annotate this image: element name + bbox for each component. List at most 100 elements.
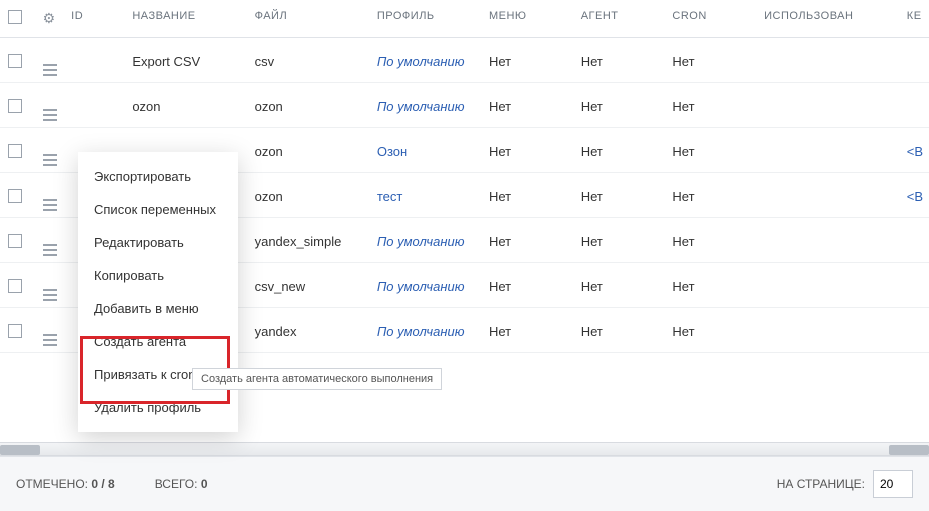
cell-ke: <В [899, 173, 929, 218]
row-menu-icon[interactable] [43, 199, 57, 211]
cell-profile[interactable]: По умолчанию [377, 99, 465, 114]
row-checkbox[interactable] [8, 189, 22, 203]
cell-id [63, 83, 124, 128]
cell-used [756, 308, 899, 353]
row-checkbox[interactable] [8, 324, 22, 338]
header-profile[interactable]: ПРОФИЛЬ [369, 0, 481, 38]
perpage-input[interactable] [873, 470, 913, 498]
cell-used [756, 263, 899, 308]
context-menu-item[interactable]: Добавить в меню [78, 292, 238, 325]
row-menu-icon[interactable] [43, 334, 57, 346]
cell-file: yandex_simple [247, 218, 369, 263]
cell-agent: Нет [573, 38, 665, 83]
cell-cron: Нет [664, 218, 756, 263]
tooltip: Создать агента автоматического выполнени… [192, 368, 442, 390]
cell-ke [899, 218, 929, 263]
scrollbar-thumb-left[interactable] [0, 445, 40, 455]
cell-ke [899, 308, 929, 353]
context-menu-item[interactable]: Экспортировать [78, 160, 238, 193]
row-menu-icon[interactable] [43, 64, 57, 76]
context-menu-item[interactable]: Удалить профиль [78, 391, 238, 424]
cell-used [756, 173, 899, 218]
cell-agent: Нет [573, 308, 665, 353]
context-menu-item[interactable]: Редактировать [78, 226, 238, 259]
context-menu-item[interactable]: Копировать [78, 259, 238, 292]
horizontal-scrollbar[interactable] [0, 442, 929, 456]
row-checkbox[interactable] [8, 279, 22, 293]
cell-profile[interactable]: Озон [377, 144, 407, 159]
cell-cron: Нет [664, 308, 756, 353]
header-used[interactable]: ИСПОЛЬЗОВАН [756, 0, 899, 38]
total-value: 0 [201, 477, 208, 491]
header-agent[interactable]: АГЕНТ [573, 0, 665, 38]
cell-file: csv [247, 38, 369, 83]
cell-menu: Нет [481, 218, 573, 263]
header-name[interactable]: НАЗВАНИЕ [124, 0, 246, 38]
row-checkbox[interactable] [8, 144, 22, 158]
context-menu-item[interactable]: Создать агента [78, 325, 238, 358]
cell-name: ozon [124, 83, 246, 128]
table-footer: ОТМЕЧЕНО: 0 / 8 ВСЕГО: 0 НА СТРАНИЦЕ: [0, 456, 929, 511]
header-ke[interactable]: КЕ [899, 0, 929, 38]
cell-menu: Нет [481, 83, 573, 128]
cell-cron: Нет [664, 38, 756, 83]
cell-menu: Нет [481, 263, 573, 308]
cell-used [756, 83, 899, 128]
cell-file: csv_new [247, 263, 369, 308]
row-menu-icon[interactable] [43, 244, 57, 256]
header-id[interactable]: ID [63, 0, 124, 38]
cell-used [756, 218, 899, 263]
row-menu-icon[interactable] [43, 289, 57, 301]
cell-menu: Нет [481, 308, 573, 353]
cell-cron: Нет [664, 128, 756, 173]
cell-used [756, 128, 899, 173]
cell-cron: Нет [664, 263, 756, 308]
cell-file: ozon [247, 128, 369, 173]
cell-file: ozon [247, 83, 369, 128]
cell-agent: Нет [573, 128, 665, 173]
selected-label: ОТМЕЧЕНО: [16, 477, 88, 491]
perpage-label: НА СТРАНИЦЕ: [777, 477, 865, 491]
cell-ke [899, 83, 929, 128]
context-menu: ЭкспортироватьСписок переменныхРедактиро… [78, 152, 238, 432]
cell-name: Export CSV [124, 38, 246, 83]
cell-profile[interactable]: По умолчанию [377, 279, 465, 294]
row-checkbox[interactable] [8, 234, 22, 248]
cell-profile[interactable]: По умолчанию [377, 234, 465, 249]
cell-menu: Нет [481, 173, 573, 218]
row-menu-icon[interactable] [43, 109, 57, 121]
row-menu-icon[interactable] [43, 154, 57, 166]
table-header-row: ⚙ ID НАЗВАНИЕ ФАЙЛ ПРОФИЛЬ МЕНЮ АГЕНТ CR… [0, 0, 929, 38]
cell-agent: Нет [573, 218, 665, 263]
cell-cron: Нет [664, 173, 756, 218]
table-row[interactable]: ozonozonПо умолчаниюНетНетНет [0, 83, 929, 128]
cell-ke [899, 38, 929, 83]
cell-ke: <В [899, 128, 929, 173]
cell-file: yandex [247, 308, 369, 353]
row-checkbox[interactable] [8, 99, 22, 113]
header-menu[interactable]: МЕНЮ [481, 0, 573, 38]
cell-file: ozon [247, 173, 369, 218]
row-checkbox[interactable] [8, 54, 22, 68]
select-all-checkbox[interactable] [8, 10, 22, 24]
total-label: ВСЕГО: [155, 477, 198, 491]
table-row[interactable]: Export CSVcsvПо умолчаниюНетНетНет [0, 38, 929, 83]
cell-agent: Нет [573, 83, 665, 128]
context-menu-item[interactable]: Список переменных [78, 193, 238, 226]
header-file[interactable]: ФАЙЛ [247, 0, 369, 38]
total-counter: ВСЕГО: 0 [155, 477, 208, 491]
cell-agent: Нет [573, 263, 665, 308]
cell-ke [899, 263, 929, 308]
gear-icon[interactable]: ⚙ [43, 10, 56, 26]
selected-counter: ОТМЕЧЕНО: 0 / 8 [16, 477, 115, 491]
scrollbar-thumb-right[interactable] [889, 445, 929, 455]
cell-id [63, 38, 124, 83]
cell-profile[interactable]: По умолчанию [377, 54, 465, 69]
cell-menu: Нет [481, 38, 573, 83]
cell-menu: Нет [481, 128, 573, 173]
cell-profile[interactable]: тест [377, 189, 403, 204]
selected-value: 0 / 8 [91, 477, 114, 491]
cell-cron: Нет [664, 83, 756, 128]
header-cron[interactable]: CRON [664, 0, 756, 38]
cell-profile[interactable]: По умолчанию [377, 324, 465, 339]
